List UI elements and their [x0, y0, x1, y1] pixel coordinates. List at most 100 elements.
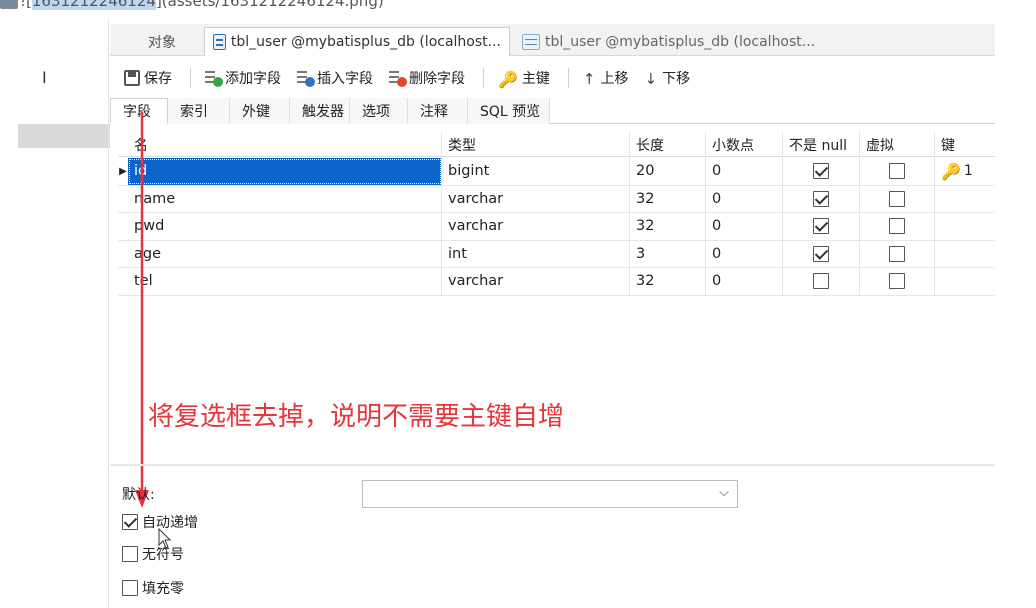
field-key-cell[interactable]: [935, 268, 995, 295]
subtab-triggers[interactable]: 触发器: [290, 98, 350, 124]
header-not-null[interactable]: 不是 null: [783, 132, 860, 157]
header-virtual[interactable]: 虚拟: [860, 132, 935, 157]
annotation-text: 将复选框去掉，说明不需要主键自增: [148, 402, 565, 432]
add-field-button[interactable]: 添加字段: [199, 64, 287, 92]
arrow-down-icon: ↓: [644, 70, 658, 88]
subtab-foreign-keys[interactable]: 外键: [230, 98, 290, 124]
field-length-cell[interactable]: 20: [630, 158, 706, 185]
tab-tbl-user-data[interactable]: tbl_user @mybatisplus_db (localhost...: [514, 27, 824, 56]
not-null-cell: [783, 158, 860, 185]
field-key-cell[interactable]: [935, 186, 995, 213]
field-length-cell[interactable]: 32: [630, 268, 706, 295]
subtab-options[interactable]: 选项: [350, 98, 408, 124]
move-down-button[interactable]: ↓ 下移: [639, 64, 697, 92]
header-decimals[interactable]: 小数点: [706, 132, 783, 157]
md-link-suffix: ](assets/1631212246124.png): [155, 0, 384, 10]
field-type-cell[interactable]: varchar: [442, 213, 630, 240]
not-null-cell: [783, 268, 860, 295]
header-key[interactable]: 键: [935, 132, 995, 157]
field-length-cell[interactable]: 32: [630, 185, 706, 212]
tab-tbl-user-active[interactable]: tbl_user @mybatisplus_db (localhost...: [204, 27, 510, 56]
table-row[interactable]: tel varchar 32 0: [118, 268, 995, 296]
field-length-cell[interactable]: 32: [630, 213, 706, 240]
default-value-select[interactable]: ⌵: [362, 480, 738, 508]
field-decimals-cell[interactable]: 0: [706, 213, 783, 240]
chevron-down-icon: ⌵: [719, 485, 729, 500]
row-marker: [118, 213, 128, 240]
field-type-cell[interactable]: int: [442, 240, 630, 267]
delete-field-button[interactable]: 删除字段: [383, 64, 471, 92]
tab-inactive-label: tbl_user @mybatisplus_db (localhost...: [545, 33, 816, 50]
table-row[interactable]: age int 3 0: [118, 240, 995, 268]
zerofill-checkbox[interactable]: [122, 580, 138, 596]
field-type-cell[interactable]: varchar: [442, 268, 630, 295]
move-up-button[interactable]: ↑ 上移: [577, 64, 635, 92]
auto-increment-checkbox[interactable]: [122, 514, 138, 530]
toolbar: 保存 添加字段 插入字段 删除字段 🔑 主键 ↑ 上移 ↓ 下移: [110, 60, 995, 96]
properties-separator: [110, 464, 995, 466]
field-decimals-cell[interactable]: 0: [706, 185, 783, 212]
subtab-label: 触发器: [302, 104, 344, 120]
not-null-checkbox[interactable]: [813, 273, 829, 290]
field-decimals-cell[interactable]: 0: [706, 268, 783, 295]
table-row[interactable]: name varchar 32 0: [118, 185, 995, 213]
field-name-cell[interactable]: name: [128, 185, 442, 212]
header-type[interactable]: 类型: [442, 132, 630, 157]
unsigned-option[interactable]: 无符号: [122, 544, 184, 564]
toolbar-separator: [190, 68, 191, 88]
mouse-pointer-icon: [158, 528, 172, 549]
primary-key-label: 主键: [521, 71, 550, 87]
field-key-cell[interactable]: [935, 213, 995, 240]
save-button[interactable]: 保存: [118, 64, 178, 92]
field-length-cell[interactable]: 3: [630, 240, 706, 267]
table-designer-window: 对象 tbl_user @mybatisplus_db (localhost..…: [110, 20, 995, 608]
field-name-cell[interactable]: id: [128, 158, 442, 185]
not-null-checkbox[interactable]: [813, 218, 829, 235]
move-up-label: 上移: [600, 71, 629, 87]
unsigned-checkbox[interactable]: [122, 546, 138, 562]
primary-key-button[interactable]: 🔑 主键: [492, 64, 556, 92]
subtab-comments[interactable]: 注释: [408, 98, 468, 124]
subtab-sql-preview[interactable]: SQL 预览: [468, 98, 550, 124]
not-null-checkbox[interactable]: [813, 190, 829, 207]
zerofill-label: 填充零: [142, 581, 184, 597]
zerofill-option[interactable]: 填充零: [122, 578, 184, 598]
md-link-selected-text[interactable]: 1631212246124: [31, 0, 156, 10]
table-design-icon: [213, 34, 226, 50]
virtual-checkbox[interactable]: [889, 218, 905, 235]
virtual-checkbox[interactable]: [889, 190, 905, 207]
not-null-cell: [783, 185, 860, 212]
virtual-cell: [860, 240, 935, 267]
field-key-cell[interactable]: [935, 241, 995, 268]
field-type-cell[interactable]: varchar: [442, 185, 630, 212]
header-length[interactable]: 长度: [630, 132, 706, 157]
field-key-cell[interactable]: 🔑 1: [935, 158, 995, 185]
subtab-indexes[interactable]: 索引: [168, 98, 230, 124]
table-row[interactable]: pwd varchar 32 0: [118, 213, 995, 241]
header-name[interactable]: 名: [128, 132, 442, 157]
subtab-label: 注释: [420, 104, 448, 120]
field-decimals-cell[interactable]: 0: [706, 240, 783, 267]
virtual-checkbox[interactable]: [889, 163, 905, 180]
subtab-label: 选项: [362, 104, 390, 120]
field-decimals-cell[interactable]: 0: [706, 158, 783, 185]
tab-bar: 对象 tbl_user @mybatisplus_db (localhost..…: [110, 24, 995, 56]
tab-objects[interactable]: 对象: [120, 27, 204, 56]
virtual-checkbox[interactable]: [889, 245, 905, 262]
save-icon: [124, 70, 140, 86]
field-name-cell[interactable]: pwd: [128, 213, 442, 240]
not-null-checkbox[interactable]: [813, 245, 829, 262]
insert-field-button[interactable]: 插入字段: [291, 64, 379, 92]
not-null-checkbox[interactable]: [813, 163, 829, 180]
virtual-checkbox[interactable]: [889, 273, 905, 290]
field-name-cell[interactable]: age: [128, 240, 442, 267]
virtual-cell: [860, 268, 935, 295]
delete-field-label: 删除字段: [409, 71, 465, 87]
table-grid-icon: [522, 33, 540, 50]
field-type-cell[interactable]: bigint: [442, 158, 630, 185]
add-field-label: 添加字段: [225, 71, 281, 87]
field-name-cell[interactable]: tel: [128, 268, 442, 295]
grid-header-row: 名 类型 长度 小数点 不是 null 虚拟 键: [118, 132, 995, 157]
add-field-icon: [205, 71, 223, 87]
table-row[interactable]: ▶ id bigint 20 0 🔑 1: [118, 158, 995, 186]
